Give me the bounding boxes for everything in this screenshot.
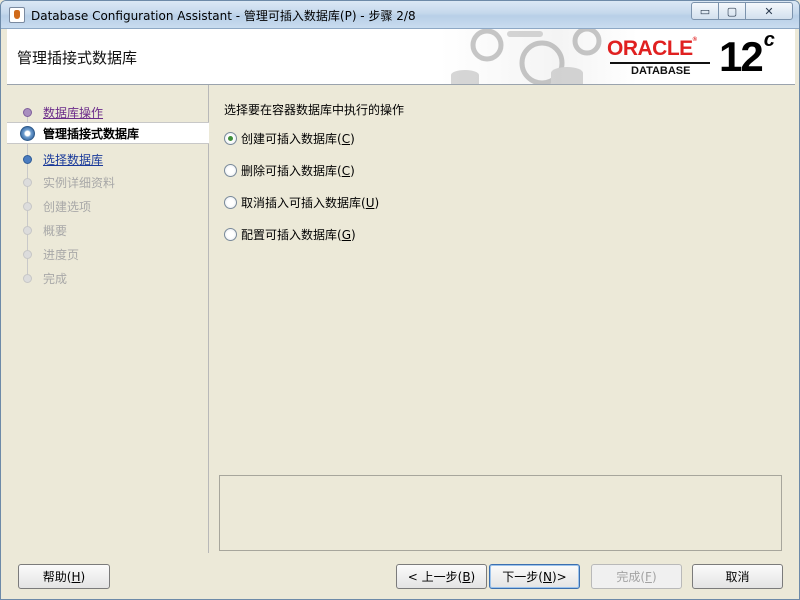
step-label: 管理插接式数据库 [43,126,140,141]
step-label: 数据库操作 [43,105,104,120]
option-mnemonic: U [365,195,375,210]
version-number: 12 [719,33,764,80]
step-item-database-operation[interactable]: 数据库操作 [7,101,209,123]
step-label: 选择数据库 [43,152,104,167]
finish-button-mnemonic: F [645,569,652,584]
header-banner: 管理插接式数据库 ORACLE® DATABASE 12 c [7,29,795,85]
finish-button: 完成(F) [591,564,682,589]
radio-unchecked-icon[interactable] [224,195,237,209]
create-pdb-radio[interactable]: 创建可插入数据库(C) [224,129,355,147]
oracle-logo-text: ORACLE [607,37,693,60]
option-mnemonic: C [341,131,351,146]
configure-pdb-radio[interactable]: 配置可插入数据库(G) [224,225,356,243]
step-item-instance-details: 实例详细资料 [7,171,209,193]
delete-pdb-radio[interactable]: 删除可插入数据库(C) [224,161,355,179]
help-button-mnemonic: H [71,569,81,584]
steps-sidebar: 数据库操作 管理插接式数据库 选择数据库 实例详细资料 创建选项 概要 进度页 [7,85,209,553]
back-button-mnemonic: B [462,569,471,584]
version-suffix: c [763,29,775,51]
dbca-window: Database Configuration Assistant - 管理可插入… [0,0,800,600]
minimize-icon: ▭ [699,4,711,18]
step-item-summary: 概要 [7,219,209,241]
window-title: Database Configuration Assistant - 管理可插入… [31,9,416,23]
main-panel: 选择要在容器数据库中执行的操作 创建可插入数据库(C) 删除可插入数据库(C) … [210,85,795,553]
cancel-button[interactable]: 取消 [692,564,783,589]
step-item-select-database[interactable]: 选择数据库 [7,148,209,170]
version-logo: 12 c [719,29,775,81]
back-button-label: < 上一步 [407,570,458,584]
step-label: 概要 [43,223,68,238]
radio-unchecked-icon[interactable] [224,227,237,241]
option-label: 创建可插入数据库 [241,131,338,146]
step-item-finish: 完成 [7,267,209,289]
option-mnemonic: G [341,227,352,242]
oracle-logo: ORACLE® DATABASE [607,37,715,77]
step-item-creation-options: 创建选项 [7,195,209,217]
maximize-button[interactable]: ▢ [718,2,746,20]
radio-checked-icon[interactable] [224,131,237,145]
step-label: 创建选项 [43,199,92,214]
logo-divider [610,62,710,64]
option-label: 取消插入可插入数据库 [241,195,362,210]
step-current-icon [20,125,35,141]
radio-unchecked-icon[interactable] [224,163,237,177]
step-pending-icon [23,273,32,283]
option-label: 配置可插入数据库 [241,227,338,242]
step-label: 实例详细资料 [43,175,116,190]
next-button-suffix: > [556,569,567,584]
step-pending-icon [23,225,32,235]
gears-decoration-icon [451,29,602,84]
option-label: 删除可插入数据库 [241,163,338,178]
step-next-icon [23,154,32,164]
close-button[interactable]: ✕ [745,2,793,20]
operation-prompt: 选择要在容器数据库中执行的操作 [224,103,405,117]
step-done-icon [23,107,32,117]
message-area [219,475,782,551]
next-button-label: 下一步 [502,570,539,584]
java-app-icon [9,7,25,23]
title-bar[interactable]: Database Configuration Assistant - 管理可插入… [1,1,799,29]
page-title: 管理插接式数据库 [17,49,138,67]
step-label: 进度页 [43,247,80,262]
finish-button-label: 完成 [616,570,641,584]
minimize-button[interactable]: ▭ [691,2,719,20]
step-pending-icon [23,249,32,259]
step-pending-icon [23,201,32,211]
step-item-progress: 进度页 [7,243,209,265]
cancel-button-label: 取消 [725,570,750,584]
next-button-mnemonic: N [542,569,552,584]
step-pending-icon [23,177,32,187]
button-bar: 帮助(H) < 上一步(B) 下一步(N) > 完成(F) 取消 [1,553,799,599]
help-button[interactable]: 帮助(H) [18,564,110,589]
option-mnemonic: C [341,163,351,178]
database-logo-text: DATABASE [631,65,691,77]
help-button-label: 帮助 [42,570,67,584]
close-icon: ✕ [764,4,774,18]
unplug-pdb-radio[interactable]: 取消插入可插入数据库(U) [224,193,379,211]
step-label: 完成 [43,271,68,286]
registered-mark-icon: ® [692,37,697,43]
back-button[interactable]: < 上一步(B) [396,564,487,589]
next-button[interactable]: 下一步(N) > [489,564,580,589]
maximize-icon: ▢ [726,4,738,18]
step-item-manage-pdb[interactable]: 管理插接式数据库 [7,122,209,144]
